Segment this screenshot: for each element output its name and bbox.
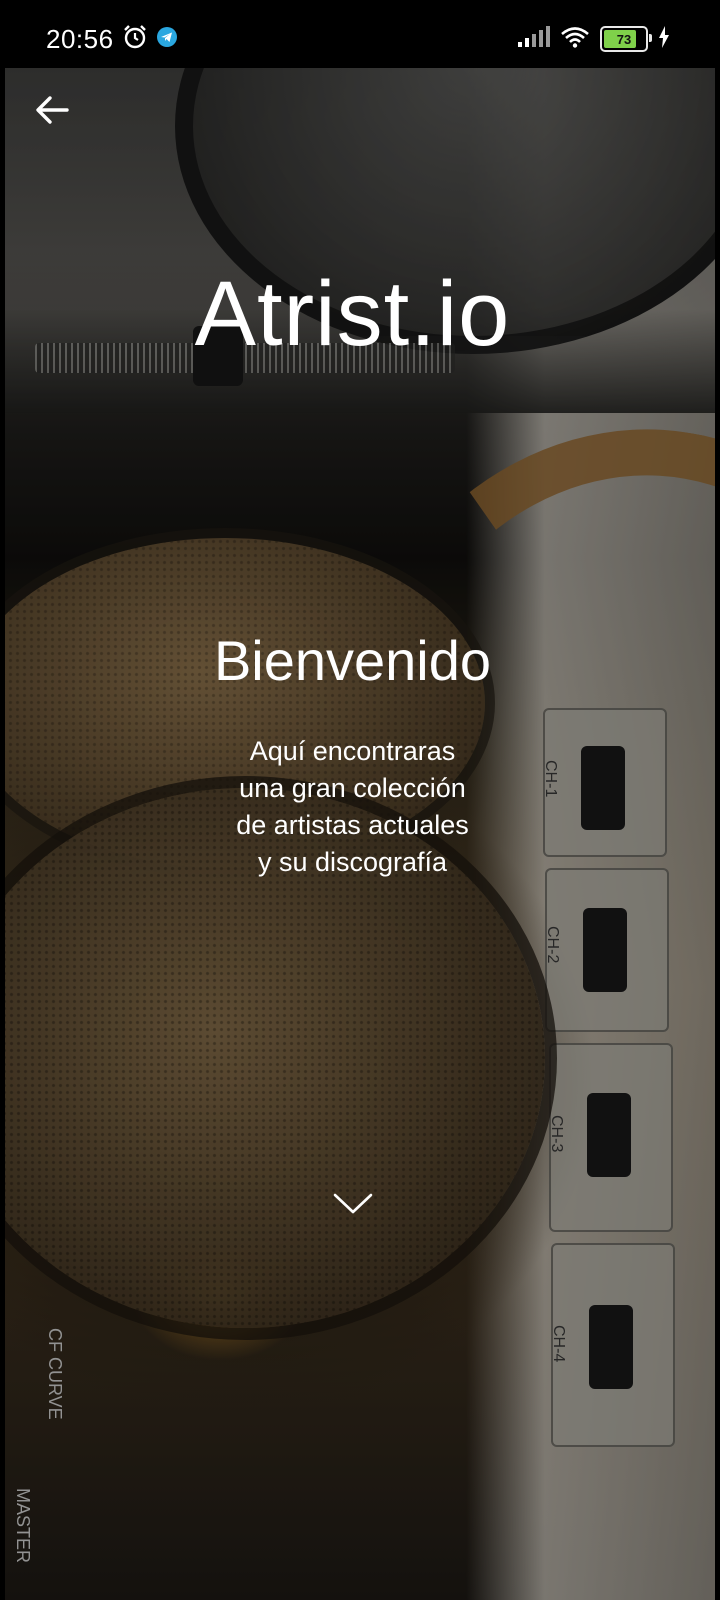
charging-icon xyxy=(658,25,670,53)
battery-icon: 73 xyxy=(600,26,652,52)
signal-icon xyxy=(518,25,550,53)
app-title: Atrist.io xyxy=(194,263,511,365)
welcome-line: Aquí encontraras xyxy=(249,736,456,766)
scroll-down-button[interactable] xyxy=(332,1188,374,1218)
alarm-icon xyxy=(122,24,148,55)
back-button[interactable] xyxy=(34,92,70,128)
welcome-line: una gran colección xyxy=(239,773,466,803)
welcome-title: Bienvenido xyxy=(213,629,492,692)
status-bar: 20:56 73 xyxy=(0,0,720,70)
welcome-line: de artistas actuales xyxy=(236,810,469,840)
welcome-line: y su discografía xyxy=(257,847,448,877)
welcome-description: Aquí encontraras una gran colección de a… xyxy=(0,733,705,881)
battery-level: 73 xyxy=(616,31,632,47)
clock: 20:56 xyxy=(46,23,114,54)
status-right: 73 xyxy=(518,22,670,56)
arrow-left-icon xyxy=(36,96,69,124)
chevron-down-icon xyxy=(333,1193,373,1214)
status-left: 20:56 xyxy=(46,22,178,56)
wifi-icon xyxy=(560,26,590,53)
telegram-icon xyxy=(156,26,178,53)
